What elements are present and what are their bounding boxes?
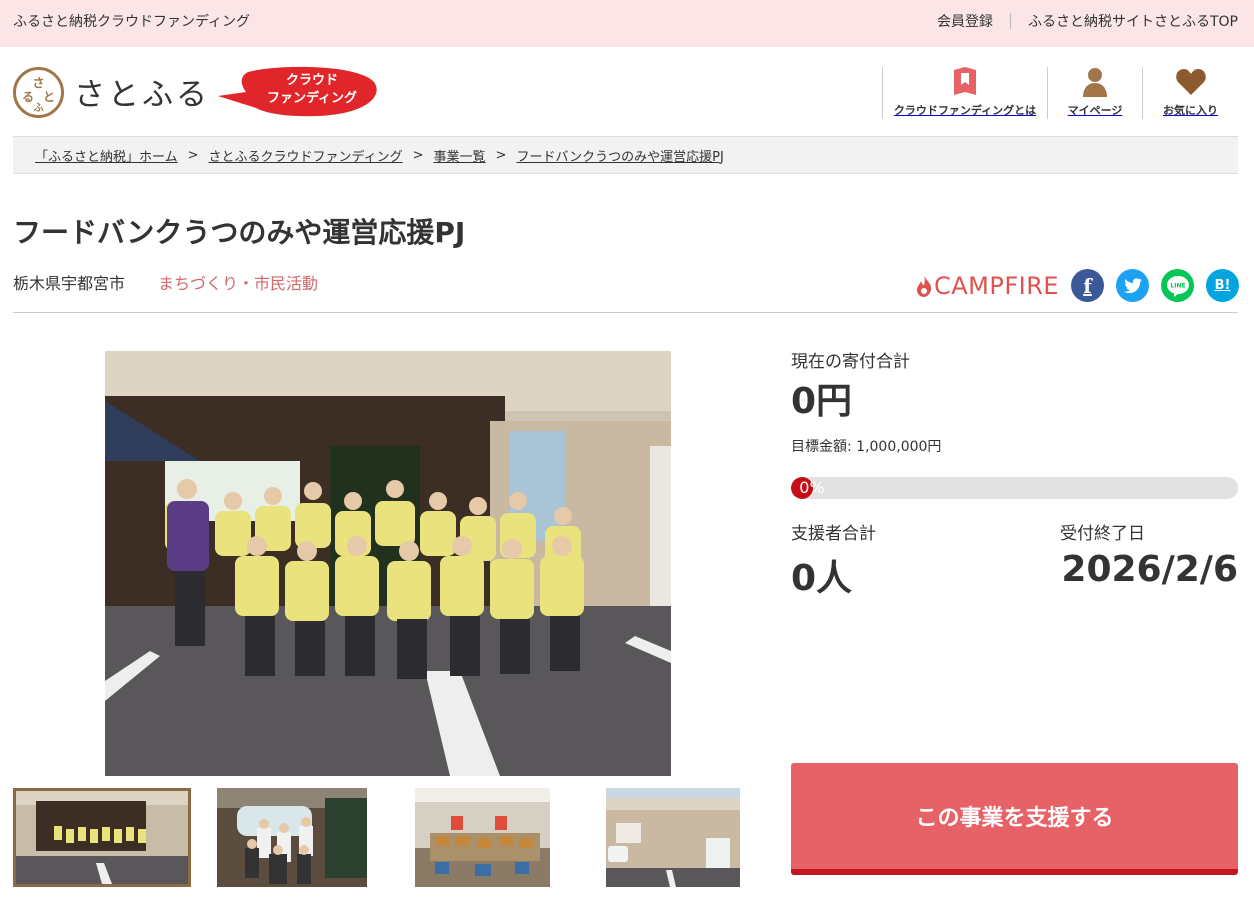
campfire-text: CAMPFIRE [934, 272, 1060, 300]
nav-label: お気に入り [1163, 104, 1218, 117]
person-icon [1081, 67, 1109, 97]
logo-text: さとふる [74, 77, 210, 113]
progress-bar: 0% [791, 477, 1238, 499]
thumbnail-3[interactable] [415, 788, 550, 887]
thumbnail-2[interactable] [217, 788, 367, 887]
nav-favorites[interactable]: お気に入り [1142, 67, 1238, 119]
register-link[interactable]: 会員登録 [937, 11, 993, 31]
divider [13, 312, 1238, 313]
top-bar: ふるさと納税クラウドファンディング 会員登録 ふるさと納税サイトさとふるTOP [0, 0, 1254, 47]
page-title: フードバンクうつのみや運営応援PJ [13, 216, 466, 249]
breadcrumb-home[interactable]: 「ふるさと納税」ホーム [35, 146, 178, 165]
crowdfunding-badge[interactable]: クラウド ファンディング [218, 66, 378, 118]
svg-text:ふ: ふ [34, 102, 44, 114]
goal-amount: 目標金額: 1,000,000円 [791, 439, 942, 455]
support-project-button[interactable]: この事業を支援する [791, 763, 1238, 875]
nav-label: クラウドファンディングとは [893, 104, 1037, 117]
nav-about-crowdfunding[interactable]: クラウドファンディングとは [882, 67, 1047, 119]
supporters-value: 0人 [791, 558, 853, 599]
thumbnail-4[interactable] [606, 788, 740, 887]
breadcrumb: 「ふるさと納税」ホーム > さとふるクラウドファンディング > 事業一覧 > フ… [13, 136, 1238, 174]
project-location: 栃木県宇都宮市 [13, 274, 126, 293]
line-share-icon[interactable]: LINE [1161, 269, 1194, 302]
logo-mark-icon: さ る と ふ [13, 67, 64, 118]
bookmark-book-icon [953, 67, 977, 97]
svg-text:と: と [43, 90, 55, 104]
nav-label: マイページ [1067, 104, 1123, 117]
badge-line-1: クラウド [285, 73, 338, 88]
facebook-share-icon[interactable]: f [1071, 269, 1104, 302]
link-divider [1009, 13, 1011, 29]
hatena-bookmark-icon[interactable]: B! [1206, 269, 1239, 302]
thumbnail-1[interactable] [13, 788, 191, 887]
donation-total-value: 0円 [791, 381, 853, 422]
flame-icon [917, 275, 932, 297]
donation-total-label: 現在の寄付合計 [791, 352, 910, 372]
deadline-label: 受付終了日 [1060, 524, 1145, 544]
breadcrumb-current[interactable]: フードバンクうつのみや運営応援PJ [516, 146, 723, 165]
satofull-top-link[interactable]: ふるさと納税サイトさとふるTOP [1028, 11, 1238, 31]
heart-icon [1175, 67, 1206, 97]
top-links: 会員登録 ふるさと納税サイトさとふるTOP [937, 11, 1238, 31]
site-tagline: ふるさと納税クラウドファンディング [13, 14, 251, 30]
project-category[interactable]: まちづくり・市民活動 [158, 270, 318, 294]
campfire-logo: CAMPFIRE [916, 272, 1059, 300]
breadcrumb-separator: > [412, 147, 424, 163]
supporters-label: 支援者合計 [791, 524, 876, 544]
twitter-share-icon[interactable] [1116, 269, 1149, 302]
deadline-value: 2026/2/6 [1061, 549, 1238, 590]
breadcrumb-projects[interactable]: 事業一覧 [434, 146, 486, 165]
main-project-photo [105, 351, 671, 776]
breadcrumb-separator: > [187, 147, 199, 163]
badge-line-2: ファンディング [266, 91, 358, 106]
breadcrumb-separator: > [495, 147, 507, 163]
progress-percent: 0% [799, 478, 825, 497]
svg-text:る: る [22, 90, 34, 104]
svg-text:さ: さ [32, 76, 44, 90]
breadcrumb-crowdfunding[interactable]: さとふるクラウドファンディング [209, 146, 403, 165]
svg-text:LINE: LINE [1170, 282, 1185, 289]
nav-mypage[interactable]: マイページ [1047, 67, 1142, 119]
